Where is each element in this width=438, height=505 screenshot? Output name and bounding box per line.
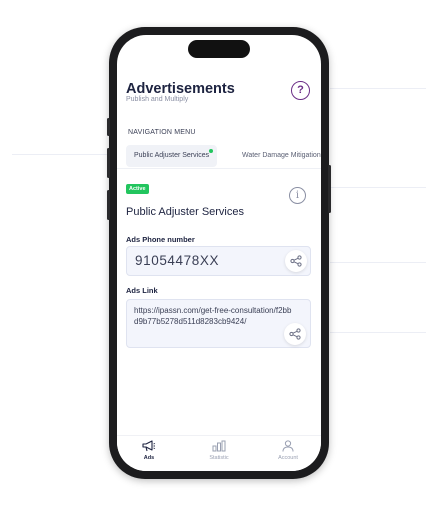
megaphone-icon [142,440,156,452]
status-badge: Active [126,184,149,194]
ad-title: Public Adjuster Services [126,206,244,218]
callout-line [330,262,426,263]
info-icon[interactable]: i [289,187,306,204]
volume-button [107,148,110,178]
callout-line [330,332,426,333]
app-screen: Advertisements Publish and Multiply ? NA… [117,35,321,471]
link-field-label: Ads Link [126,286,158,295]
ad-link-value: https://ipassn.com/get-free-consultation… [134,306,292,326]
page-subtitle: Publish and Multiply [126,96,189,103]
callout-line [330,187,426,188]
callout-line [12,154,108,155]
bottom-nav-label: Statistic [209,455,229,461]
user-icon [282,440,294,452]
page-title: Advertisements [126,81,235,97]
tab-public-adjuster-services[interactable]: Public Adjuster Services [126,145,218,167]
share-icon [290,255,302,267]
callout-line [330,88,426,89]
phone-field-label: Ads Phone number [126,235,195,244]
ad-link-field[interactable]: https://ipassn.com/get-free-consultation… [126,299,311,348]
share-icon [289,328,301,340]
power-button [328,165,331,213]
share-link-button[interactable] [284,323,306,345]
bottom-nav-account[interactable]: Account [263,440,313,461]
phone-number-value: 91054478XX [135,253,220,268]
volume-button [107,190,110,220]
tab-label: Public Adjuster Services [134,152,210,159]
tab-water-damage-mitigation[interactable]: Water Damage Mitigation [234,145,321,167]
active-dot-icon [209,149,214,153]
bottom-nav-ads[interactable]: Ads [124,440,174,461]
dynamic-island [188,40,250,58]
divider [117,168,321,169]
navigation-menu-label: NAVIGATION MENU [128,129,196,136]
bottom-nav-label: Ads [143,455,155,461]
bottom-nav-label: Account [278,455,298,461]
volume-button [107,118,110,136]
bottom-navigation: Ads Statistic Account [117,435,321,471]
share-phone-button[interactable] [285,250,307,272]
navigation-tabs: Public Adjuster Services Water Damage Mi… [126,145,321,167]
phone-number-field[interactable]: 91054478XX [126,246,311,276]
tab-label: Water Damage Mitigation [242,152,321,159]
bar-chart-icon [212,440,226,452]
bottom-nav-statistic[interactable]: Statistic [194,440,244,461]
help-icon[interactable]: ? [291,81,310,100]
